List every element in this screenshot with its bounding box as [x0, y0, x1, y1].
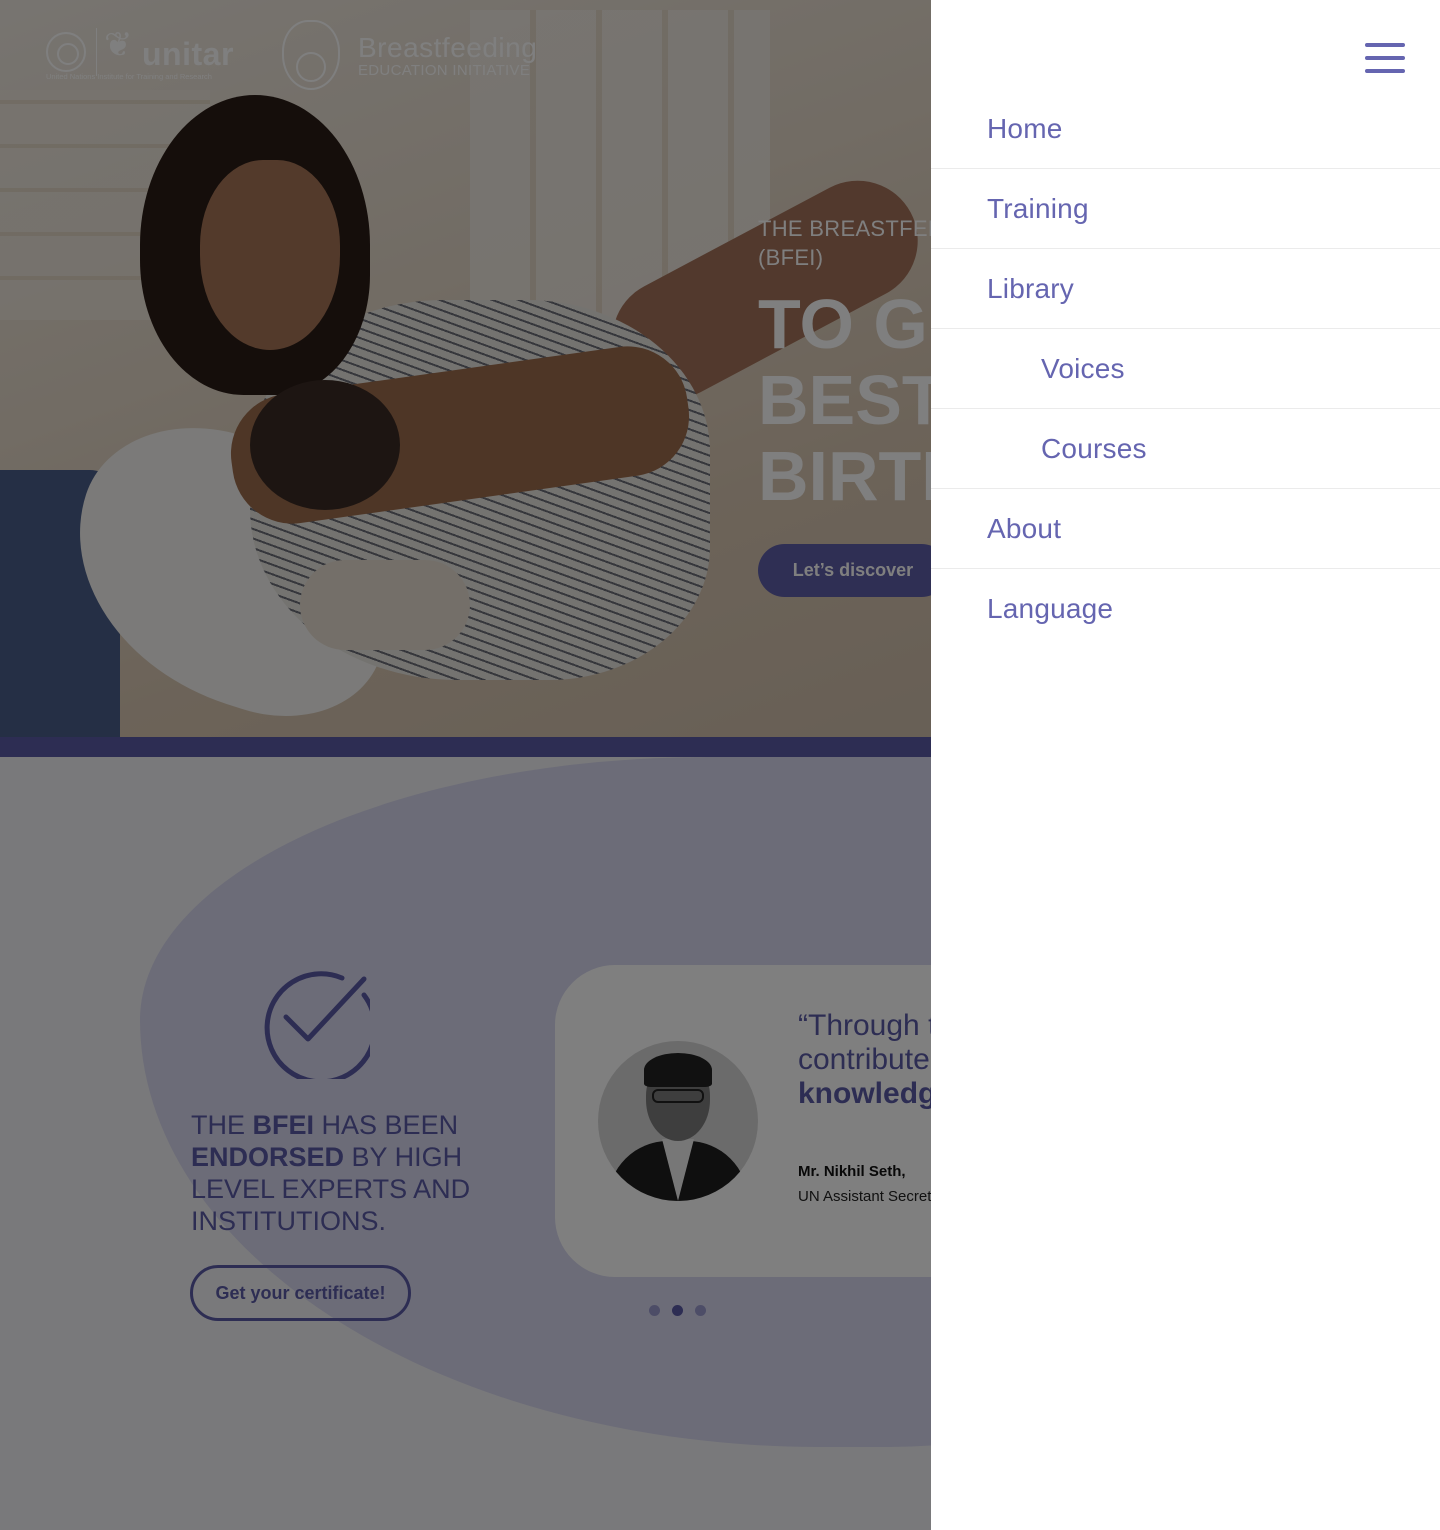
menu-item-home: Home	[931, 89, 1440, 169]
menu-link-language[interactable]: Language	[931, 593, 1113, 625]
menu-list: Home Training Library Voices Courses Abo…	[931, 89, 1440, 649]
menu-link-about[interactable]: About	[931, 513, 1061, 545]
menu-item-training: Training	[931, 169, 1440, 249]
menu-item-voices: Voices	[931, 329, 1440, 409]
hamburger-bar-top	[1365, 43, 1405, 47]
menu-item-library: Library	[931, 249, 1440, 329]
menu-link-library[interactable]: Library	[931, 273, 1074, 305]
hamburger-menu-icon[interactable]	[1365, 40, 1405, 76]
menu-link-voices[interactable]: Voices	[931, 353, 1125, 385]
menu-item-courses: Courses	[931, 409, 1440, 489]
side-menu-panel: Home Training Library Voices Courses Abo…	[931, 0, 1440, 1530]
menu-item-language: Language	[931, 569, 1440, 649]
menu-link-training[interactable]: Training	[931, 193, 1089, 225]
menu-link-courses[interactable]: Courses	[931, 433, 1147, 465]
menu-link-home[interactable]: Home	[931, 113, 1063, 145]
hamburger-bar-bottom	[1365, 69, 1405, 73]
menu-item-about: About	[931, 489, 1440, 569]
hamburger-bar-middle	[1365, 56, 1405, 60]
